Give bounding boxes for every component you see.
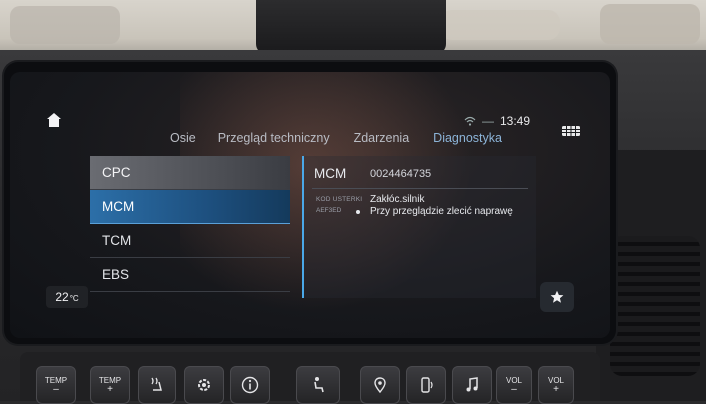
tab-przeglad-techniczny[interactable]: Przegląd techniczny	[218, 131, 330, 145]
temperature-unit: °C	[69, 293, 79, 303]
vol-down-sign: –	[511, 384, 517, 395]
fault-title: Zakłóc.silnik	[370, 194, 425, 205]
info-icon	[241, 376, 259, 394]
status-separator: —	[481, 114, 494, 128]
parked-car-blur	[10, 6, 120, 44]
gear-icon	[198, 379, 210, 391]
status-bar: — 13:49	[464, 114, 530, 128]
volume-up-button[interactable]: VOL +	[538, 366, 574, 404]
fault-detail-panel: MCM 0024464735 KOD USTERKI AEF3ED Zakłóc…	[302, 156, 536, 298]
fault-action: Przy przeglądzie zlecić naprawę	[370, 206, 513, 217]
infotainment-screen: — 13:49 Osie Przegląd techniczny Zdarzen…	[10, 72, 610, 338]
tab-zdarzenia[interactable]: Zdarzenia	[354, 131, 410, 145]
phone-button[interactable]	[406, 366, 446, 404]
hazard-seat-button[interactable]	[296, 366, 340, 404]
music-note-icon	[466, 377, 478, 392]
menu-button[interactable]	[556, 120, 586, 142]
star-icon	[550, 290, 564, 303]
seat-heat-button[interactable]	[138, 366, 176, 404]
bullet-icon	[356, 210, 360, 214]
fault-code-label: KOD USTERKI	[316, 196, 363, 203]
climate-temperature[interactable]: 22 °C	[46, 286, 88, 308]
temp-down-button[interactable]: TEMP –	[36, 366, 76, 404]
phone-icon	[421, 377, 433, 393]
tab-diagnostyka[interactable]: Diagnostyka	[433, 131, 502, 145]
divider	[312, 188, 528, 189]
seat-heat-icon	[151, 377, 162, 391]
seat-icon	[314, 377, 324, 393]
settings-button[interactable]	[184, 366, 224, 404]
ecu-list: CPC MCM TCM EBS	[90, 156, 290, 296]
list-item-ebs[interactable]: EBS	[90, 258, 290, 292]
temperature-value: 22	[55, 290, 69, 304]
parked-car-blur	[440, 10, 560, 40]
favorites-button[interactable]	[540, 282, 574, 312]
grid-menu-icon	[562, 126, 580, 136]
navigation-button[interactable]	[360, 366, 400, 404]
list-item-mcm[interactable]: MCM	[90, 190, 290, 224]
temp-up-button[interactable]: TEMP +	[90, 366, 130, 404]
temp-down-sign: –	[53, 384, 59, 395]
location-pin-icon	[374, 377, 386, 394]
home-icon	[47, 113, 61, 127]
tab-osie[interactable]: Osie	[170, 131, 196, 145]
air-vent	[610, 236, 700, 376]
info-button[interactable]	[230, 366, 270, 404]
part-number: 0024464735	[370, 168, 432, 180]
list-item-tcm[interactable]: TCM	[90, 224, 290, 258]
home-button[interactable]	[40, 106, 68, 134]
parked-car-blur	[600, 4, 700, 44]
volume-down-button[interactable]: VOL –	[496, 366, 532, 404]
vol-up-sign: +	[553, 384, 559, 395]
clock: 13:49	[499, 114, 530, 128]
list-item-cpc[interactable]: CPC	[90, 156, 290, 190]
temp-up-sign: +	[107, 384, 113, 395]
wifi-icon	[464, 116, 476, 126]
tab-bar: Osie Przegląd techniczny Zdarzenia Diagn…	[170, 131, 502, 145]
mirror-mount	[256, 0, 446, 54]
media-button[interactable]	[452, 366, 492, 404]
fault-code: AEF3ED	[316, 207, 342, 214]
module-name: MCM	[314, 166, 347, 181]
